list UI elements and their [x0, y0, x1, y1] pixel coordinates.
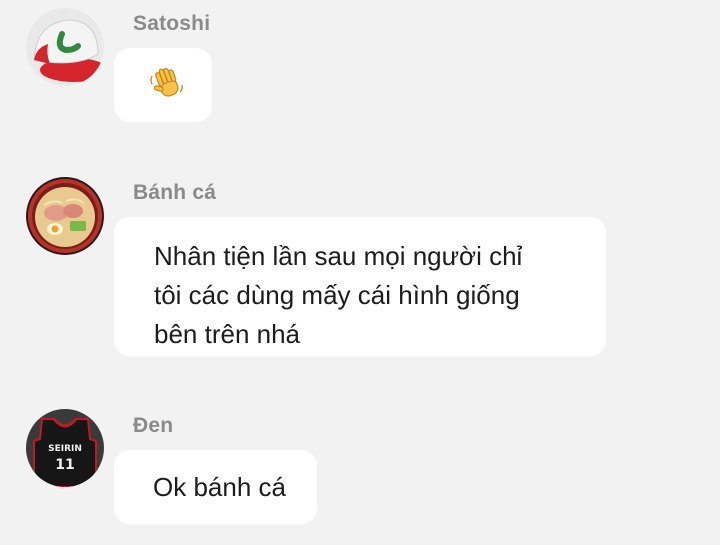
- jersey-text: SEIRIN: [48, 444, 82, 454]
- avatar[interactable]: [26, 177, 104, 255]
- basketball-jersey-avatar-icon: SEIRIN 11: [26, 409, 104, 487]
- message-text: Nhân tiện lần sau mọi người chỉ tôi các …: [154, 241, 523, 349]
- avatar[interactable]: [26, 8, 104, 86]
- ramen-bowl-avatar-icon: [26, 177, 104, 255]
- chat-message-list: Satoshi Bánh cá Nhân tiện lần sau mọi ng…: [0, 0, 720, 545]
- message-bubble[interactable]: Ok bánh cá: [114, 450, 317, 524]
- message-bubble[interactable]: Nhân tiện lần sau mọi người chỉ tôi các …: [114, 217, 606, 356]
- sender-name: Satoshi: [133, 12, 211, 35]
- sender-name: Bánh cá: [133, 181, 217, 204]
- message-bubble[interactable]: [114, 48, 212, 122]
- jersey-number: 11: [55, 457, 74, 473]
- sender-name: Đen: [133, 414, 174, 437]
- message-text: Ok bánh cá: [153, 472, 286, 502]
- red-cap-avatar-icon: [26, 8, 104, 86]
- waving-hand-emoji-icon: [150, 67, 183, 97]
- avatar[interactable]: SEIRIN 11: [26, 409, 104, 487]
